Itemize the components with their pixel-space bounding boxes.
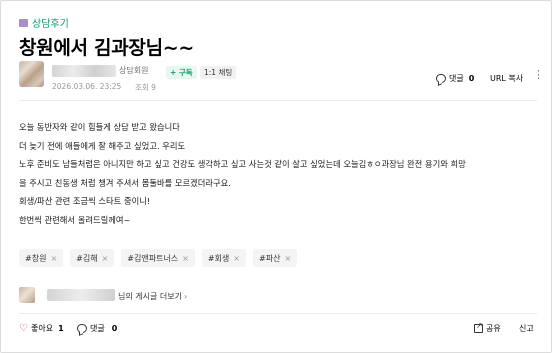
tag-chip[interactable]: #김해 × — [70, 249, 115, 267]
heart-icon: ♡ — [19, 322, 28, 334]
author-nickname-redacted[interactable] — [52, 65, 116, 77]
divider — [19, 100, 537, 101]
author-nickname-redacted — [47, 289, 115, 301]
follow-button[interactable]: + 구독 — [166, 66, 197, 79]
tag-remove-icon[interactable]: × — [182, 254, 189, 263]
tag-chip[interactable]: #김앤파트너스 × — [121, 249, 195, 267]
comment-icon — [436, 74, 446, 83]
share-icon — [474, 321, 483, 333]
share-label: 공유 — [486, 324, 501, 333]
post-frame: 상담후기 창원에서 김과장님~~ 상담회원 + 구독 1:1 채팅 2026.0… — [0, 0, 552, 353]
report-button[interactable]: 신고 — [519, 323, 534, 334]
content-line: 회생/파산 관련 조금씩 스타트 중이니! — [19, 196, 151, 207]
board-icon — [19, 18, 28, 27]
board-name: 상담후기 — [32, 19, 69, 30]
content-line: 오늘 동반자와 같이 힘들게 상담 받고 왔습니다 — [19, 122, 180, 132]
post-content: 오늘 동반자와 같이 힘들게 상담 받고 왔습니다 더 늦기 전에 애들에게 잘… — [19, 118, 539, 230]
post-footer: ♡ 좋아요 1 댓글 0 공유 신고 — [19, 321, 543, 337]
post-date: 2026.03.06. 23:25 — [52, 82, 122, 91]
like-count: 1 — [58, 324, 64, 333]
content-line: 더 늦기 전에 애들에게 잘 해주고 싶었고. 우리도 — [19, 140, 186, 151]
avatar — [19, 287, 35, 303]
tag-remove-icon[interactable]: × — [233, 254, 240, 263]
top-comment-count: 0 — [468, 74, 475, 83]
like-button[interactable]: ♡ 좋아요 1 — [19, 323, 64, 334]
tag-label: #파산 — [259, 253, 281, 263]
view-count: 조회 9 — [135, 83, 156, 92]
top-comment-button[interactable]: 댓글 0 — [436, 73, 474, 84]
chevron-right-icon: › — [183, 292, 188, 301]
chat-button[interactable]: 1:1 채팅 — [200, 66, 237, 79]
share-button[interactable]: 공유 — [474, 321, 501, 334]
content-line: 을 주시고 친동생 처럼 챙겨 주셔서 몸둘바를 모르겠더라구요. — [19, 177, 231, 188]
more-posts-label: 님의 게시글 더보기 › — [118, 291, 187, 302]
content-line: 노후 준비도 남들처럼은 아니지만 하고 싶고 건강도 생각하고 싶고 사는것 … — [19, 159, 466, 170]
tag-chip[interactable]: #회생 × — [201, 249, 246, 267]
content-line: 한번씩 관련해서 올려드릴께여~ — [19, 214, 131, 225]
more-posts-text: 님의 게시글 더보기 — [118, 292, 182, 301]
top-comment-label: 댓글 — [449, 74, 464, 83]
comment-button[interactable]: 댓글 0 — [77, 323, 117, 334]
more-options-icon[interactable]: ⋮ — [533, 69, 544, 80]
comment-count: 0 — [111, 324, 118, 333]
tag-label: #창원 — [25, 253, 47, 263]
divider — [19, 313, 537, 314]
tag-list: #창원 × #김해 × #김앤파트너스 × #회생 × #파산 × — [19, 249, 298, 267]
tag-label: #회생 — [207, 253, 230, 263]
url-copy-button[interactable]: URL 복사 — [490, 73, 523, 84]
post-title: 창원에서 김과장님~~ — [19, 37, 194, 59]
tag-chip[interactable]: #파산 × — [253, 249, 298, 267]
like-label: 좋아요 — [30, 324, 54, 333]
comment-icon — [77, 324, 87, 333]
board-link[interactable]: 상담후기 — [19, 15, 69, 30]
tag-remove-icon[interactable]: × — [50, 254, 57, 263]
tag-label: #김앤파트너스 — [127, 253, 179, 263]
tag-remove-icon[interactable]: × — [102, 254, 109, 263]
tag-chip[interactable]: #창원 × — [19, 249, 64, 267]
member-level: 상담회원 — [119, 66, 149, 75]
tag-remove-icon[interactable]: × — [284, 254, 291, 263]
tag-label: #김해 — [76, 253, 98, 263]
comment-label: 댓글 — [90, 324, 105, 333]
avatar[interactable] — [19, 61, 44, 87]
